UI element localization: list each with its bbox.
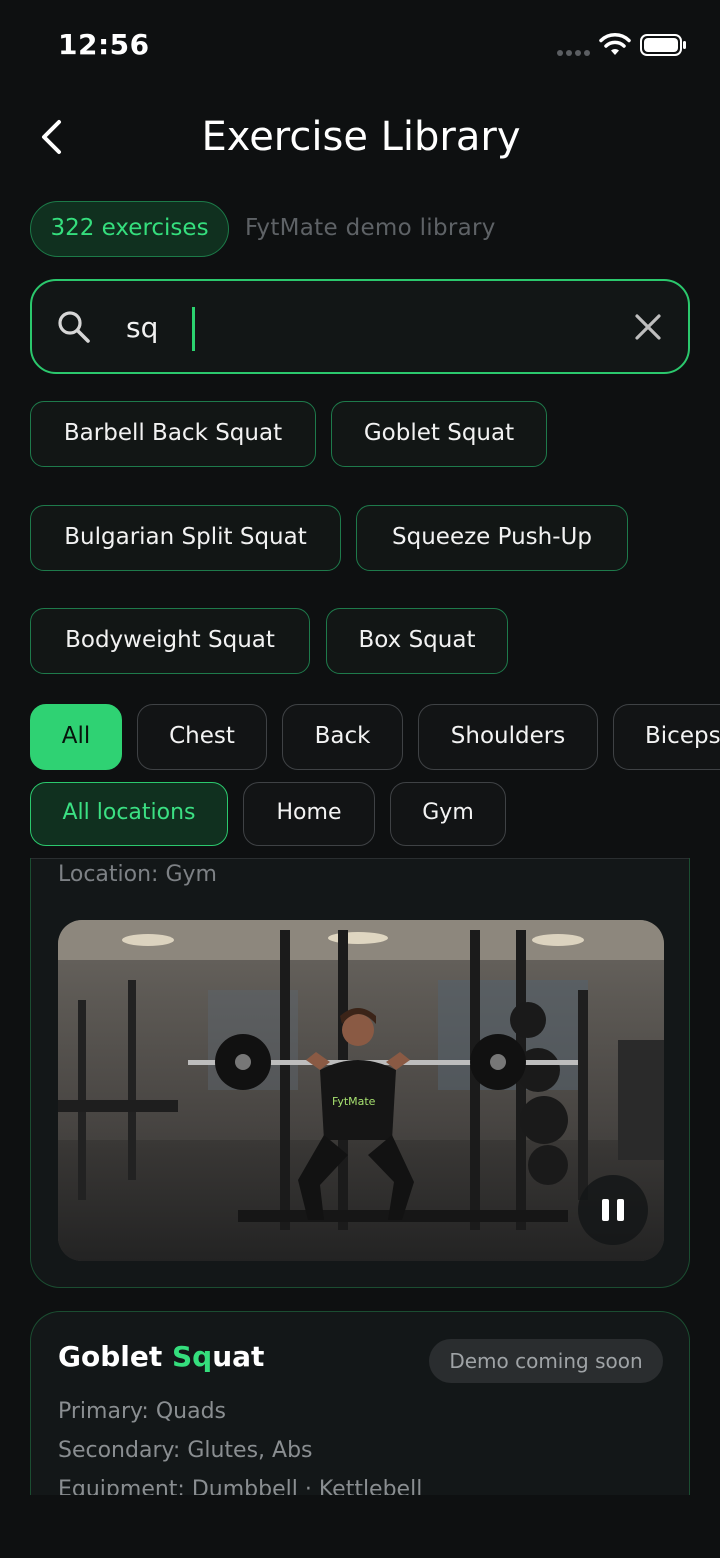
filter-chip-shoulders[interactable]: Shoulders — [418, 704, 598, 770]
cellular-signal-icon — [557, 50, 591, 56]
location-chip-all[interactable]: All locations — [30, 782, 228, 846]
gym-squat-illustration: FytMate — [58, 920, 664, 1261]
library-meta: 322 exercises FytMate demo library — [30, 201, 690, 257]
text-caret — [192, 307, 195, 351]
wifi-icon — [599, 33, 631, 55]
exercise-title: Goblet Squat — [58, 1340, 265, 1373]
header: Exercise Library — [0, 100, 720, 180]
suggestion-box-squat[interactable]: Box Squat — [326, 608, 508, 674]
suggestion-barbell-back-squat[interactable]: Barbell Back Squat — [30, 401, 316, 467]
page-title: Exercise Library — [201, 114, 521, 160]
battery-icon — [640, 34, 686, 56]
exercise-count-badge: 322 exercises — [30, 201, 229, 257]
filter-chip-chest[interactable]: Chest — [137, 704, 267, 770]
shirt-logo-text: FytMate — [332, 1095, 376, 1108]
secondary-muscles: Secondary: Glutes, Abs — [58, 1438, 313, 1463]
search-bar — [30, 279, 690, 374]
close-icon — [635, 314, 661, 340]
library-label: FytMate demo library — [245, 215, 496, 241]
demo-status-badge: Demo coming soon — [429, 1339, 663, 1383]
suggestion-goblet-squat[interactable]: Goblet Squat — [331, 401, 547, 467]
status-time: 12:56 — [58, 28, 150, 61]
exercise-location: Location: Gym — [58, 862, 217, 887]
filter-chip-back[interactable]: Back — [282, 704, 403, 770]
equipment: Equipment: Dumbbell · Kettlebell — [58, 1477, 423, 1495]
search-input[interactable] — [126, 303, 606, 351]
exercise-demo-video[interactable]: FytMate — [58, 920, 664, 1261]
exercise-card[interactable]: Goblet Squat Demo coming soon Primary: Q… — [30, 1311, 690, 1495]
clear-search-button[interactable] — [632, 311, 664, 343]
search-icon — [58, 311, 90, 343]
location-chip-gym[interactable]: Gym — [390, 782, 506, 846]
suggestion-bodyweight-squat[interactable]: Bodyweight Squat — [30, 608, 310, 674]
exercise-card[interactable]: Location: Gym FytMate — [30, 858, 690, 1288]
pause-button[interactable] — [578, 1175, 648, 1245]
divider — [31, 858, 689, 859]
location-chip-home[interactable]: Home — [243, 782, 375, 846]
suggestion-squeeze-push-up[interactable]: Squeeze Push-Up — [356, 505, 628, 571]
filter-chip-biceps[interactable]: Biceps — [613, 704, 720, 770]
primary-muscle: Primary: Quads — [58, 1399, 226, 1424]
status-bar: 12:56 — [0, 0, 720, 90]
search-match-highlight: Sq — [171, 1340, 213, 1373]
filter-chip-all[interactable]: All — [30, 704, 122, 770]
suggestion-bulgarian-split-squat[interactable]: Bulgarian Split Squat — [30, 505, 341, 571]
